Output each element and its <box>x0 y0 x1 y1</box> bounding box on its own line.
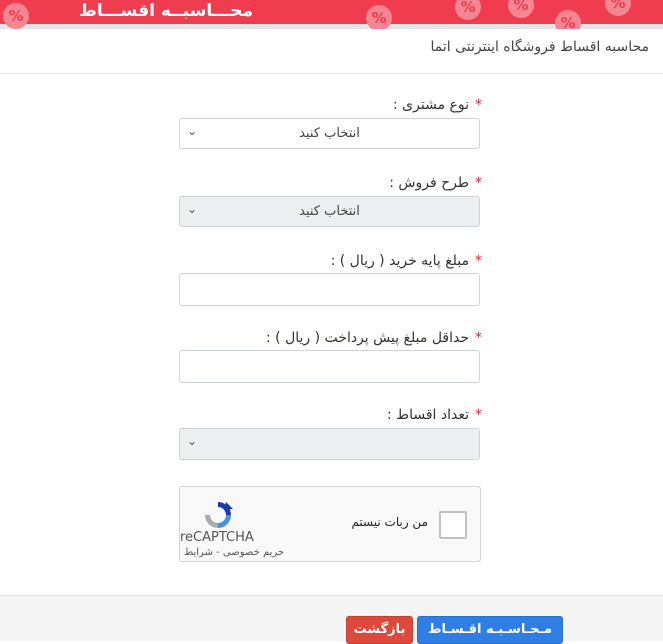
required-mark: * <box>475 407 482 423</box>
recaptcha-privacy-terms-links[interactable]: حریم خصوصی - شرایط <box>184 547 284 558</box>
required-mark: * <box>475 330 482 346</box>
sales-plan-select[interactable]: انتخاب کنید ⌄ <box>179 196 480 227</box>
required-mark: * <box>475 253 482 269</box>
percent-badge-icon: % <box>555 10 581 29</box>
installments-label: * تعداد اقساط : <box>387 407 482 423</box>
top-banner: % % % % % % محـــاسبــه اقســـاط <box>0 0 663 29</box>
percent-badge-icon: % <box>366 5 392 29</box>
percent-badge-icon: % <box>605 0 631 16</box>
required-mark: * <box>475 175 482 191</box>
recaptcha-brand: reCAPTCHA <box>180 530 254 545</box>
customer-type-label-text: نوع مشتری : <box>393 97 469 113</box>
banner-title: محـــاسبــه اقســـاط <box>79 1 253 21</box>
min-prepayment-input[interactable] <box>179 350 480 383</box>
installments-select[interactable]: ⌄ <box>179 428 480 460</box>
customer-type-value: انتخاب کنید <box>299 126 360 141</box>
sales-plan-value: انتخاب کنید <box>299 204 360 219</box>
recaptcha-logo-icon <box>205 502 233 528</box>
page-header: محاسبه اقساط فروشگاه اینترنتی اتما <box>0 29 663 74</box>
base-amount-input[interactable] <box>179 273 480 306</box>
base-amount-label-text: مبلغ پایه خرید ( ریال ) : <box>330 253 469 269</box>
percent-badge-icon: % <box>3 3 29 29</box>
chevron-down-icon: ⌄ <box>187 202 198 216</box>
form-footer: مـحـاسـبـه اقـسـاط بازگشت <box>0 595 663 644</box>
min-prepayment-label: * حداقل مبلغ پیش پرداخت ( ریال ) : <box>266 330 482 346</box>
recaptcha-widget: من ربات نیستم reCAPTCHA حریم خصوصی - شرا… <box>179 486 481 562</box>
customer-type-select[interactable]: انتخاب کنید ⌄ <box>179 118 480 149</box>
page-title: محاسبه اقساط فروشگاه اینترنتی اتما <box>430 39 649 55</box>
sales-plan-label-text: طرح فروش : <box>389 175 469 191</box>
min-prepayment-label-text: حداقل مبلغ پیش پرداخت ( ریال ) : <box>266 330 469 346</box>
percent-badge-icon: % <box>455 0 481 20</box>
recaptcha-label: من ربات نیستم <box>351 515 428 529</box>
base-amount-label: * مبلغ پایه خرید ( ریال ) : <box>331 253 482 269</box>
recaptcha-checkbox[interactable] <box>439 511 467 539</box>
chevron-down-icon: ⌄ <box>187 124 198 138</box>
chevron-down-icon: ⌄ <box>187 434 198 448</box>
sales-plan-label: * طرح فروش : <box>389 175 482 191</box>
customer-type-label: * نوع مشتری : <box>393 97 482 113</box>
installments-label-text: تعداد اقساط : <box>386 407 469 423</box>
required-mark: * <box>475 97 482 113</box>
percent-badge-icon: % <box>508 0 534 18</box>
